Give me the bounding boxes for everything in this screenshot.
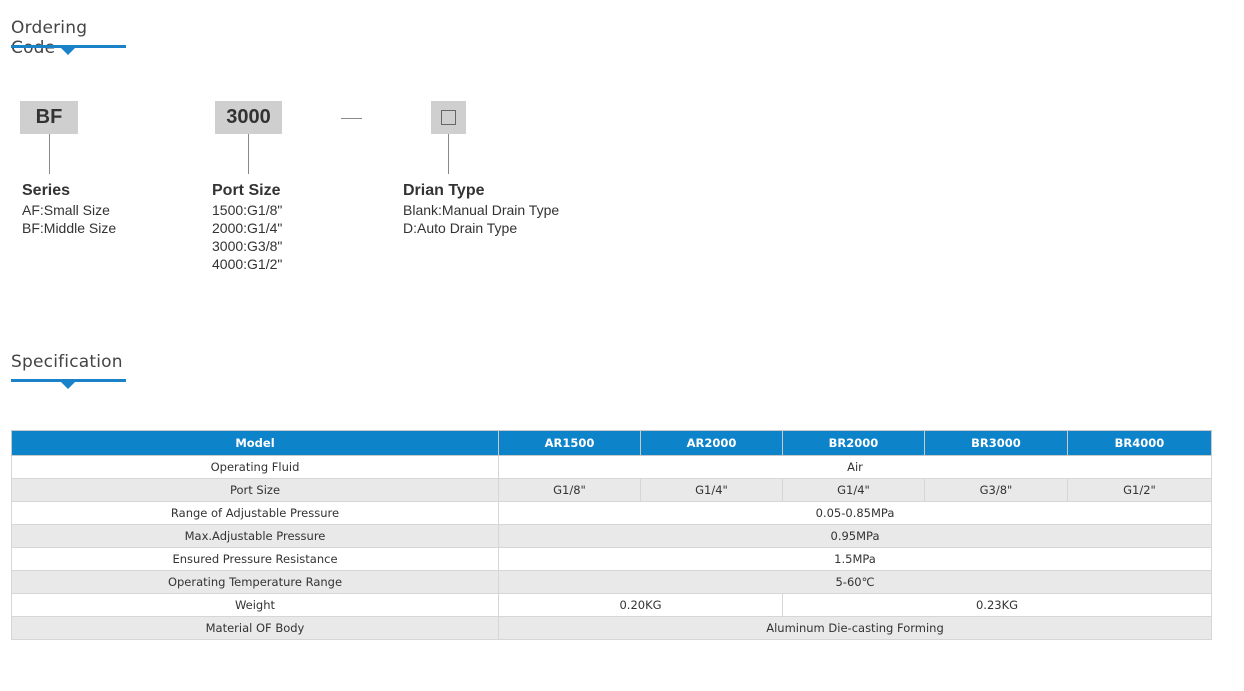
code-separator-dash xyxy=(341,118,362,119)
port-legend: Port Size 1500:G1/8" 2000:G1/4" 3000:G3/… xyxy=(212,181,282,273)
series-legend-item: BF:Middle Size xyxy=(22,220,117,236)
column-header: AR1500 xyxy=(498,430,641,456)
series-legend-title: Series xyxy=(22,182,71,199)
drain-legend: Drian Type Blank:Manual Drain Type D:Aut… xyxy=(403,181,559,237)
row-label: Ensured Pressure Resistance xyxy=(11,547,499,571)
column-header: BR2000 xyxy=(782,430,925,456)
table-cell: G1/2" xyxy=(1067,478,1212,502)
port-code: 3000 xyxy=(226,106,271,128)
heading-arrow-icon xyxy=(61,48,75,55)
row-label: Material OF Body xyxy=(11,616,499,640)
specification-table: Model AR1500 AR2000 BR2000 BR3000 BR4000… xyxy=(11,430,1212,640)
series-code-box: BF xyxy=(20,101,78,134)
table-cell: Aluminum Die-casting Forming xyxy=(498,616,1212,640)
heading-arrow-icon xyxy=(61,382,75,389)
table-row: Weight 0.20KG 0.23KG xyxy=(11,593,1212,617)
port-legend-item: 1500:G1/8" xyxy=(212,202,283,218)
series-connector-line xyxy=(49,134,50,174)
table-row: Material OF Body Aluminum Die-casting Fo… xyxy=(11,616,1212,640)
series-legend-item: AF:Small Size xyxy=(22,202,110,218)
column-header: BR3000 xyxy=(924,430,1068,456)
row-label: Max.Adjustable Pressure xyxy=(11,524,499,548)
row-label: Range of Adjustable Pressure xyxy=(11,501,499,525)
drain-connector-line xyxy=(448,134,449,174)
table-cell: 0.05-0.85MPa xyxy=(498,501,1212,525)
table-row: Ensured Pressure Resistance 1.5MPa xyxy=(11,547,1212,571)
port-connector-line xyxy=(248,134,249,174)
drain-legend-title: Drian Type xyxy=(403,182,485,199)
row-label: Weight xyxy=(11,593,499,617)
table-row: Operating Temperature Range 5-60℃ xyxy=(11,570,1212,594)
table-cell: G1/4" xyxy=(640,478,783,502)
drain-legend-item: D:Auto Drain Type xyxy=(403,220,518,236)
table-cell: Air xyxy=(498,455,1212,479)
table-cell: 0.23KG xyxy=(782,593,1212,617)
port-legend-item: 3000:G3/8" xyxy=(212,238,283,254)
row-label: Port Size xyxy=(11,478,499,502)
row-label: Operating Temperature Range xyxy=(11,570,499,594)
table-cell: G3/8" xyxy=(924,478,1068,502)
table-header-row: Model AR1500 AR2000 BR2000 BR3000 BR4000 xyxy=(11,430,1212,456)
table-cell: 0.20KG xyxy=(498,593,783,617)
table-row: Range of Adjustable Pressure 0.05-0.85MP… xyxy=(11,501,1212,525)
table-row: Max.Adjustable Pressure 0.95MPa xyxy=(11,524,1212,548)
column-header: AR2000 xyxy=(640,430,783,456)
table-row: Port Size G1/8" G1/4" G1/4" G3/8" G1/2" xyxy=(11,478,1212,502)
series-code: BF xyxy=(35,106,63,128)
drain-code-box xyxy=(431,101,466,134)
table-cell: 1.5MPa xyxy=(498,547,1212,571)
blank-square-icon xyxy=(441,110,456,125)
ordering-code-heading: Ordering Code xyxy=(11,18,131,58)
specification-heading: Specification xyxy=(11,352,131,392)
series-legend: Series AF:Small Size BF:Middle Size xyxy=(22,181,116,237)
table-cell: G1/8" xyxy=(498,478,641,502)
column-header: BR4000 xyxy=(1067,430,1212,456)
port-legend-title: Port Size xyxy=(212,182,281,199)
row-label: Operating Fluid xyxy=(11,455,499,479)
port-legend-item: 2000:G1/4" xyxy=(212,220,283,236)
port-legend-item: 4000:G1/2" xyxy=(212,256,283,272)
column-header: Model xyxy=(11,430,499,456)
specification-title: Specification xyxy=(11,352,123,372)
table-row: Operating Fluid Air xyxy=(11,455,1212,479)
table-cell: 5-60℃ xyxy=(498,570,1212,594)
table-cell: 0.95MPa xyxy=(498,524,1212,548)
drain-legend-item: Blank:Manual Drain Type xyxy=(403,202,560,218)
port-code-box: 3000 xyxy=(215,101,282,134)
table-cell: G1/4" xyxy=(782,478,925,502)
